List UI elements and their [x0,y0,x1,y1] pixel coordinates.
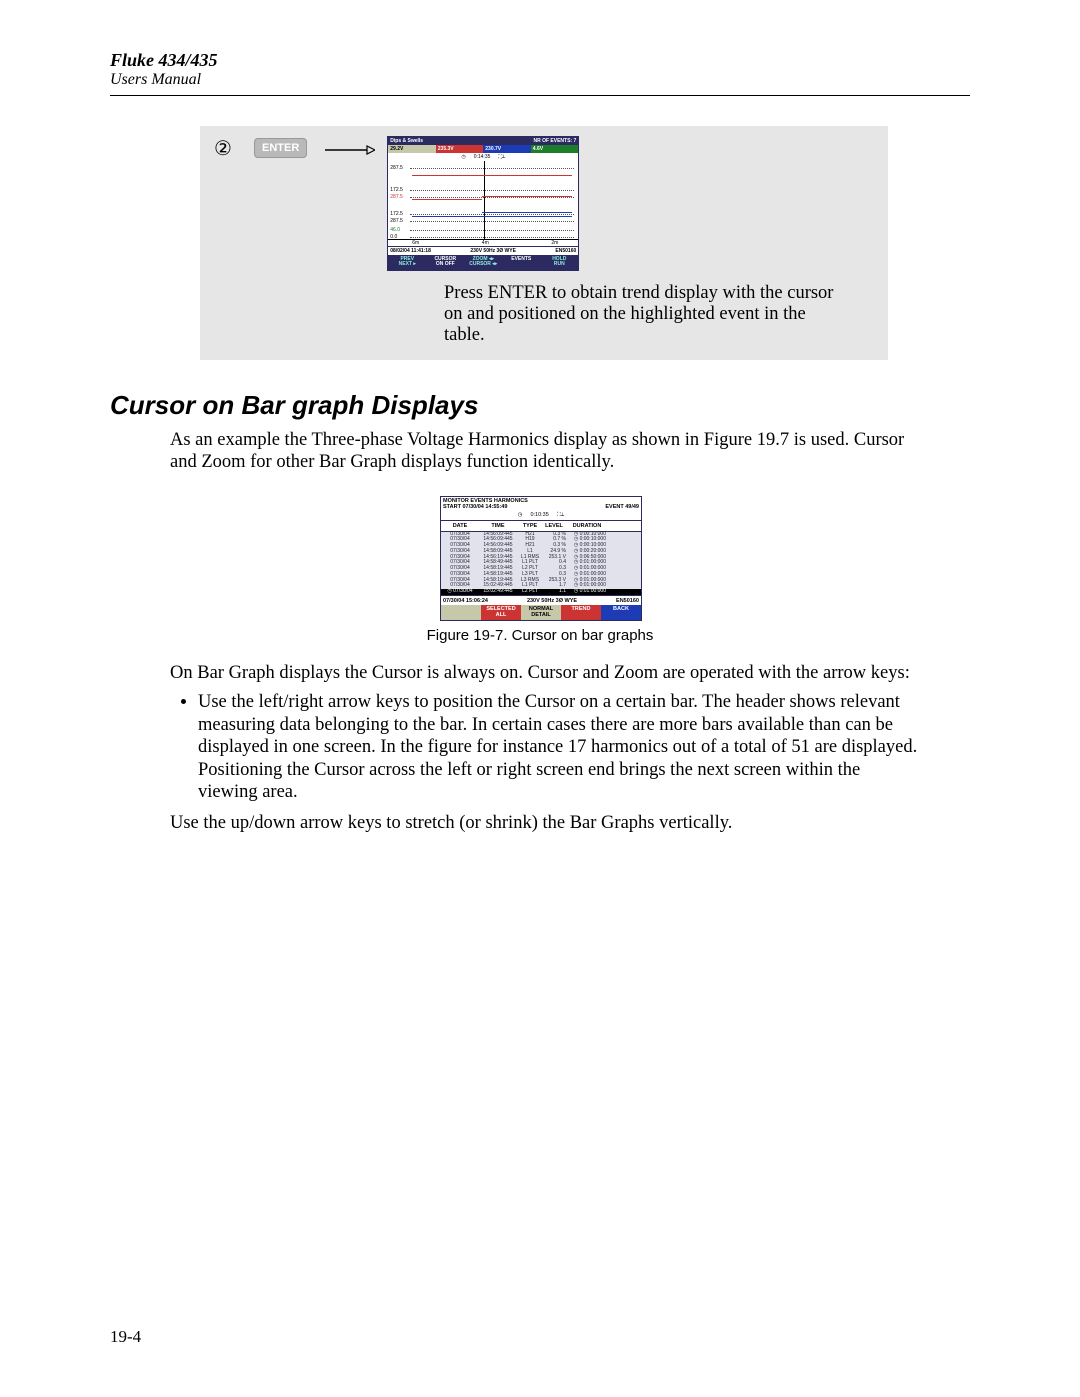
clock-icon: ◷ [461,154,465,160]
events-table-body: 07/30/0414:56:09:445H210.3 %◷ 0:00:10:00… [441,532,641,595]
trend-y-label: 0.0 [390,234,397,240]
header-subtitle: Users Manual [110,71,970,89]
trend-status-bar: 08/02/04 11:41:18 230V 50Hz 3Ø WYE EN501… [388,246,578,255]
softkey: BACK [601,605,641,621]
softkey: CURSORON OFF [426,255,464,270]
trend-bar-blue: 230.7V [483,145,531,153]
events-scope-icon: ⛶⟂ [557,512,565,519]
section-heading: Cursor on Bar graph Displays [110,390,970,421]
page-header: Fluke 434/435 Users Manual [110,50,970,89]
trend-elapsed: 0:14:35 [474,154,491,160]
trend-y-label: 172.5 [390,211,403,217]
trend-scope-icon: ⛶⟂ [498,154,505,160]
events-count: EVENT 49/49 [605,504,639,510]
trend-y-label: 287.5 [390,165,403,171]
trend-plot: 287.5172.5287.5172.5287.546.00.0 [388,161,578,240]
softkey: EVENTS [502,255,540,270]
events-softkeys: SELECTEDALLNORMALDETAILTRENDBACK [441,605,641,621]
softkey: ZOOM ◂▸CURSOR ◂▸ [464,255,502,270]
figure-panel-caption: Press ENTER to obtain trend display with… [444,283,844,346]
bullet-list: Use the left/right arrow keys to positio… [170,691,918,804]
header-title: Fluke 434/435 [110,50,970,71]
figure-label: Figure 19-7. Cursor on bar graphs [110,627,970,644]
events-table-header: DATE TIME TYPE LEVEL DURATION [441,521,641,532]
trend-softkeys: PREVNEXT ▸CURSORON OFFZOOM ◂▸CURSOR ◂▸EV… [388,255,578,270]
trend-cursor-line [484,161,485,239]
events-elapsed: 0:10:35 [530,512,548,519]
trend-event-count: NR OF EVENTS: 7 [533,138,576,144]
softkey: PREVNEXT ▸ [388,255,426,270]
softkey [441,605,481,621]
softkey: NORMALDETAIL [521,605,561,621]
trend-y-label: 172.5 [390,187,403,193]
trend-title: Dips & Swells [390,138,423,144]
trend-bar-red: 235.3V [436,145,484,153]
clock-icon: ◷ [518,512,523,519]
events-status-bar: 07/30/04 15:06:24 230V 50Hz 3Ø WYE EN501… [441,595,641,605]
trend-y-label: 287.5 [390,218,403,224]
figure-19-7: MONITOR EVENTS HARMONICS START 07/30/04 … [440,496,640,622]
header-rule [110,95,970,96]
trend-bar-green: 4.6V [531,145,579,153]
softkey: HOLDRUN [540,255,578,270]
trend-y-label: 287.5 [390,194,403,200]
step-number: ② [214,136,254,161]
softkey: TREND [561,605,601,621]
softkey: SELECTEDALL [481,605,521,621]
page-number: 19-4 [110,1327,141,1347]
arrow-icon [325,144,375,156]
list-item: Use the left/right arrow keys to positio… [198,691,918,804]
figure-panel-step2: ② ENTER Dips & Swells NR OF EVENTS: 7 29… [200,126,888,360]
trend-screen-graphic: Dips & Swells NR OF EVENTS: 7 29.2V 235.… [387,136,579,271]
enter-key-graphic: ENTER [254,138,307,158]
events-start: START 07/30/04 14:55:49 [443,504,528,510]
paragraph-after-figure: On Bar Graph displays the Cursor is alwa… [170,662,920,685]
paragraph-last: Use the up/down arrow keys to stretch (o… [170,812,920,835]
trend-bar-grey: 29.2V [388,145,436,153]
events-screen-graphic: MONITOR EVENTS HARMONICS START 07/30/04 … [440,496,642,622]
intro-paragraph: As an example the Three-phase Voltage Ha… [170,429,920,474]
trend-y-label: 46.0 [390,227,400,233]
